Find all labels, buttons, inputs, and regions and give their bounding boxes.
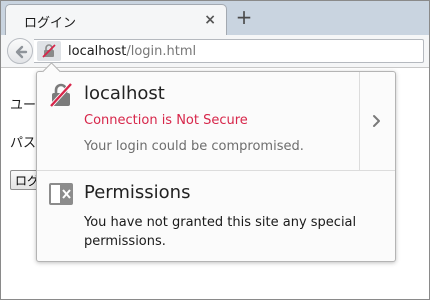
back-button[interactable] [7,38,33,64]
url-host: localhost [68,44,127,59]
insecure-lock-small-icon [42,44,56,58]
more-info-button[interactable] [360,72,395,170]
permissions-description: You have not granted this site any speci… [84,215,357,249]
url-path: /login.html [126,44,197,59]
panel-host: localhost [84,83,165,104]
back-arrow-icon [15,45,28,59]
site-identity-button[interactable] [37,41,61,61]
url-bar[interactable]: localhost/login.html [34,39,424,63]
identity-popup: localhost Connection is Not Secure Your … [36,62,396,262]
login-warning: Your login could be compromised. [84,139,304,154]
permissions-title: Permissions [84,182,191,203]
url-text: localhost/login.html [68,44,196,59]
new-tab-button[interactable]: + [235,7,253,27]
username-label: ユー [10,98,37,113]
password-label: パス [10,136,37,151]
connection-status: Connection is Not Secure [84,113,248,128]
connection-section: localhost Connection is Not Secure Your … [37,72,359,170]
tab-title: ログイン [24,16,77,31]
permissions-icon [49,183,73,205]
nav-bar: localhost/login.html [1,35,429,68]
close-tab-icon[interactable]: × [204,12,216,28]
browser-window: ログイン × + localhost/login.html ユー パス ログ l… [0,0,430,300]
horizontal-divider [37,170,395,171]
tab-login[interactable]: ログイン × [5,4,227,35]
chevron-right-icon [373,115,380,127]
insecure-lock-icon [49,83,73,107]
tab-strip: ログイン × + [1,1,429,36]
